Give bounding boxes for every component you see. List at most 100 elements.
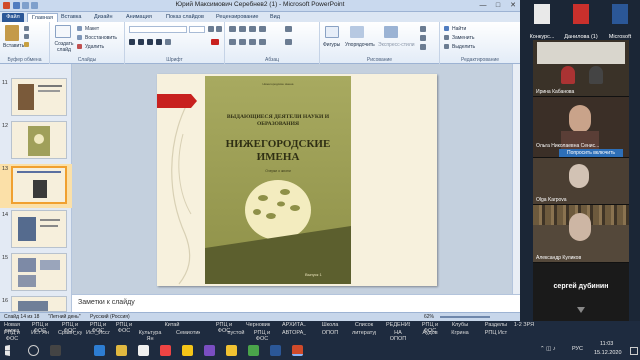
close-button[interactable]: ✕ (506, 1, 520, 11)
taskbar-folder-label[interactable]: РПД и ФОС (0, 330, 24, 342)
powerpoint-taskbar-icon[interactable] (292, 345, 303, 356)
taskbar-folder-label[interactable]: РПЦ и ФОС (112, 322, 136, 334)
shape-fill-icon[interactable] (420, 26, 426, 32)
tab-insert[interactable]: Вставка (61, 13, 81, 21)
quick-styles-icon[interactable] (384, 26, 398, 38)
tray-icons[interactable]: ⌃ ◫ ♪ (540, 346, 556, 352)
taskbar-folder-label[interactable]: Сравн_культ... (58, 330, 82, 336)
tab-review[interactable]: Рецензирование (216, 13, 258, 21)
chevron-down-icon[interactable] (577, 307, 585, 313)
replace-button[interactable]: Заменить (452, 35, 474, 41)
increase-indent-icon[interactable] (259, 26, 266, 32)
taskbar-folder-label[interactable]: Кгрина (448, 330, 472, 336)
reset-button[interactable]: Восстановить (85, 35, 117, 41)
taskbar-folder-label[interactable]: Семиотика (176, 330, 200, 336)
taskbar-folder-label[interactable]: РПЦ и ФОС (250, 330, 274, 342)
arrange-icon[interactable] (350, 26, 364, 38)
paste-icon[interactable] (5, 25, 19, 41)
taskbar-folder-label[interactable]: Список (352, 322, 376, 328)
align-center-icon[interactable] (239, 39, 246, 45)
store-icon[interactable] (138, 345, 149, 356)
taskbar-folder-label[interactable]: Ист_Исслед... (86, 330, 110, 336)
request-unmute-button[interactable]: Попросить включить (559, 149, 623, 157)
keyboard-language[interactable]: РУС (572, 346, 583, 352)
taskbar-folder-label[interactable]: литератур... (352, 330, 376, 336)
task-view-icon[interactable] (50, 345, 61, 356)
taskbar-folder-label[interactable]: РПЦ Ист (484, 330, 508, 336)
taskbar-folder-label[interactable]: НА ОПОП (386, 330, 410, 342)
slide-thumbnail[interactable]: 12 (0, 121, 72, 162)
participant-tile[interactable]: сергей дубинин (533, 263, 629, 321)
file-explorer-icon[interactable] (116, 345, 127, 356)
numbering-icon[interactable] (239, 26, 246, 32)
viber-icon[interactable] (204, 345, 215, 356)
slide-thumbnail[interactable]: 11 (0, 78, 72, 119)
text-direction-icon[interactable] (285, 26, 292, 32)
strikethrough-icon[interactable] (156, 39, 162, 45)
create-slide-button[interactable]: Создать слайд (53, 41, 75, 53)
taskbar-folder-label[interactable]: Китай (160, 322, 184, 328)
maximize-button[interactable]: □ (491, 1, 505, 11)
taskbar-folder-label[interactable]: Черновики (246, 322, 270, 328)
search-icon[interactable] (28, 345, 39, 356)
smartart-icon[interactable] (285, 39, 292, 45)
tab-file[interactable]: Файл (2, 13, 24, 22)
zoom-level[interactable]: 62% (424, 314, 434, 320)
format-painter-icon[interactable] (24, 42, 29, 47)
shapes-button[interactable]: Фигуры (323, 42, 340, 48)
align-right-icon[interactable] (249, 39, 256, 45)
arrange-button[interactable]: Упорядочить (345, 42, 375, 48)
new-slide-icon[interactable] (55, 25, 71, 38)
shape-effects-icon[interactable] (420, 44, 426, 50)
desktop-shortcut[interactable]: Microsoft (600, 0, 640, 40)
taskbar-folder-label[interactable]: Аудов (418, 330, 442, 336)
taskbar-folder-label[interactable]: РЕДЕНИЯ (386, 322, 410, 328)
bold-icon[interactable] (129, 39, 135, 45)
align-left-icon[interactable] (229, 39, 236, 45)
notifications-icon[interactable] (630, 347, 638, 355)
participant-tile[interactable]: Ольга Николаевна Сенис... Попросить вклю… (533, 97, 629, 157)
app-icon[interactable] (248, 345, 259, 356)
select-button[interactable]: Выделить (452, 44, 475, 50)
current-slide[interactable]: Нижегородские имена ВЫДАЮЩИЕСЯ ДЕЯТЕЛИ Н… (157, 74, 437, 286)
tab-animation[interactable]: Анимация (126, 13, 152, 21)
shapes-icon[interactable] (325, 26, 339, 38)
minimize-button[interactable]: — (476, 1, 490, 11)
tab-slideshow[interactable]: Показ слайдов (166, 13, 204, 21)
taskbar-folder-label[interactable]: Разделы (484, 322, 508, 328)
taskbar-folder-label[interactable]: ОПОП (318, 330, 342, 336)
decrease-indent-icon[interactable] (249, 26, 256, 32)
shared-screen-tile[interactable]: Ирина Кабанова (533, 40, 629, 96)
participant-tile[interactable]: Александр Куликов (533, 205, 629, 262)
paste-button[interactable]: Вставить (3, 43, 24, 49)
tab-view[interactable]: Вид (270, 13, 280, 21)
yandex-icon[interactable] (160, 345, 171, 356)
chrome-icon[interactable] (226, 345, 237, 356)
taskbar-folder-label[interactable]: Культура Ян (138, 330, 162, 342)
delete-slide-button[interactable]: Удалить (85, 44, 104, 50)
clock-time[interactable]: 11:03 (600, 341, 613, 347)
tab-design[interactable]: Дизайн (94, 13, 113, 21)
windows-start-icon[interactable] (5, 345, 10, 356)
taskbar-folder-label[interactable]: пустой (224, 330, 248, 336)
zoom-slider[interactable] (440, 316, 490, 318)
notes-pane[interactable]: Заметки к слайду (72, 294, 520, 312)
edge-browser-icon[interactable] (94, 345, 105, 356)
language-indicator[interactable]: Русский (Россия) (90, 314, 130, 320)
vertical-scrollbar[interactable] (512, 64, 520, 294)
shrink-font-icon[interactable] (216, 26, 222, 32)
slide-thumbnail[interactable]: 16 (0, 296, 72, 312)
tab-home[interactable]: Главная (27, 13, 58, 22)
copy-icon[interactable] (24, 34, 29, 39)
clock-date[interactable]: 15.12.2020 (594, 350, 622, 356)
desktop-shortcut[interactable]: Конкурс... (522, 0, 562, 40)
font-size-select[interactable] (189, 26, 205, 33)
font-name-select[interactable] (129, 26, 187, 33)
slide-thumbnail[interactable]: 15 (0, 253, 72, 294)
cut-icon[interactable] (24, 26, 29, 31)
word-taskbar-icon[interactable] (270, 345, 281, 356)
yandex-browser-icon[interactable] (182, 345, 193, 356)
taskbar-folder-label[interactable]: Клубы (448, 322, 472, 328)
taskbar-folder-label[interactable]: Школа (318, 322, 342, 328)
grow-font-icon[interactable] (208, 26, 214, 32)
